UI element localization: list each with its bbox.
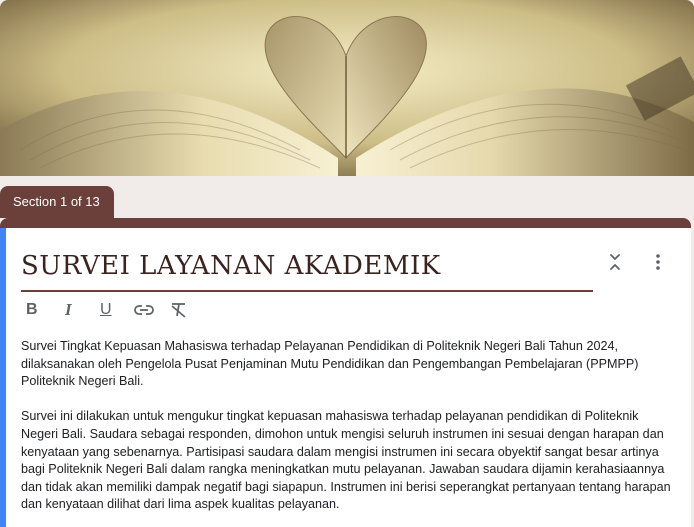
- more-vert-icon: [656, 254, 660, 270]
- section-tab[interactable]: Section 1 of 13: [0, 186, 114, 218]
- open-book-heart-image: [0, 0, 694, 176]
- collapse-icon: [610, 254, 620, 270]
- clear-format-icon: [171, 303, 186, 318]
- collapse-button[interactable]: [604, 251, 626, 273]
- underline-button[interactable]: U: [98, 298, 134, 322]
- italic-button[interactable]: I: [62, 298, 98, 322]
- clear-formatting-button[interactable]: [170, 298, 206, 322]
- description-paragraph-2: Survei ini dilakukan untuk mengukur ting…: [21, 409, 671, 512]
- description-paragraph-1: Survei Tingkat Kepuasan Mahasiswa terhad…: [21, 339, 639, 389]
- format-toolbar: B I U: [26, 298, 206, 322]
- section-header-card[interactable]: SURVEI LAYANAN AKADEMIK B I U Survei Tin…: [0, 228, 691, 527]
- form-title-field[interactable]: SURVEI LAYANAN AKADEMIK: [21, 248, 593, 292]
- header-image: [0, 0, 694, 176]
- active-card-indicator: [0, 228, 6, 527]
- section-bar: [0, 218, 691, 228]
- form-title[interactable]: SURVEI LAYANAN AKADEMIK: [21, 251, 441, 281]
- more-options-button[interactable]: [648, 251, 668, 273]
- form-editor: Section 1 of 13 SURVEI LAYANAN AKADEMIK …: [0, 0, 694, 527]
- insert-link-button[interactable]: [134, 298, 170, 322]
- bold-button[interactable]: B: [26, 298, 62, 322]
- form-description[interactable]: Survei Tingkat Kepuasan Mahasiswa terhad…: [21, 338, 673, 514]
- link-icon: [134, 305, 154, 315]
